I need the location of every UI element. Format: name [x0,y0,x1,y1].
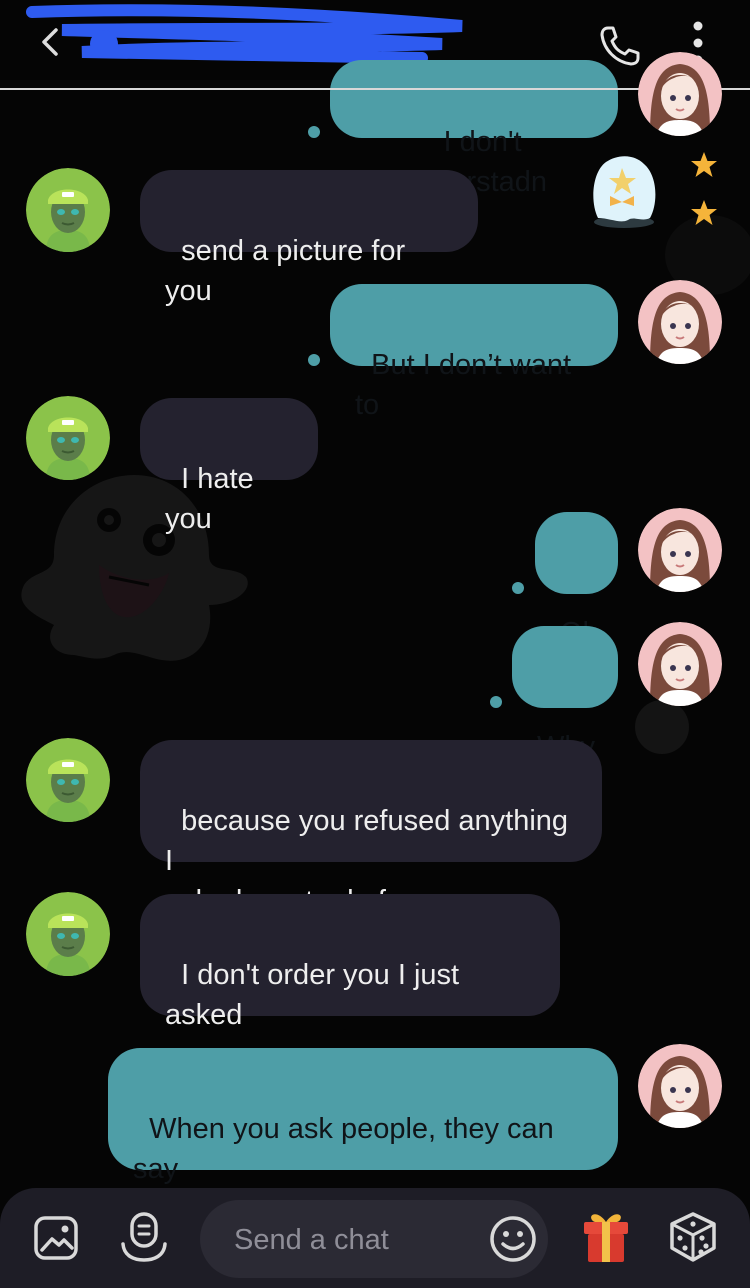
avatar[interactable] [638,1044,722,1128]
avatar[interactable] [638,622,722,706]
message-bubble-outgoing[interactable]: Why [512,626,618,763]
ghost-icon [593,156,656,228]
avatar[interactable] [638,52,722,136]
message-bubble-outgoing[interactable]: But I don’t want to [330,284,618,421]
avatar[interactable] [638,280,722,364]
message-bubble-incoming[interactable]: I hate you [140,398,318,535]
bubble-tail [512,582,524,594]
message-bubble-incoming[interactable]: because you refused anything I asked you… [140,740,602,917]
bubble-tail [490,696,502,708]
bubble-tail [308,126,320,138]
message-bubble-outgoing[interactable]: I don't understadn [330,60,618,198]
gift-icon[interactable] [580,1208,632,1264]
gallery-icon[interactable] [32,1214,80,1262]
avatar[interactable] [26,892,110,976]
message-bubble-incoming[interactable]: I don't order you I just asked you [140,894,560,1071]
emoji-icon[interactable] [488,1214,538,1264]
bubble-tail [308,354,320,366]
phone-icon[interactable] [596,22,644,70]
star-icon [691,200,717,225]
message-text: But I don’t want to [355,349,580,421]
message-bubble-incoming[interactable]: send a picture for you [140,170,478,307]
message-bubble-outgoing[interactable]: Ok [535,512,618,649]
chat-input[interactable] [232,1218,486,1262]
avatar[interactable] [26,396,110,480]
avatar[interactable] [26,168,110,252]
avatar[interactable] [26,738,110,822]
message-bubble-outgoing[interactable]: When you ask people, they can say no [108,1048,618,1225]
redacted-username [26,4,463,64]
faint-blob [635,700,689,754]
star-icon [691,152,717,177]
dice-icon[interactable] [666,1210,720,1264]
bitmoji-icon[interactable] [118,1210,170,1264]
avatar[interactable] [638,508,722,592]
